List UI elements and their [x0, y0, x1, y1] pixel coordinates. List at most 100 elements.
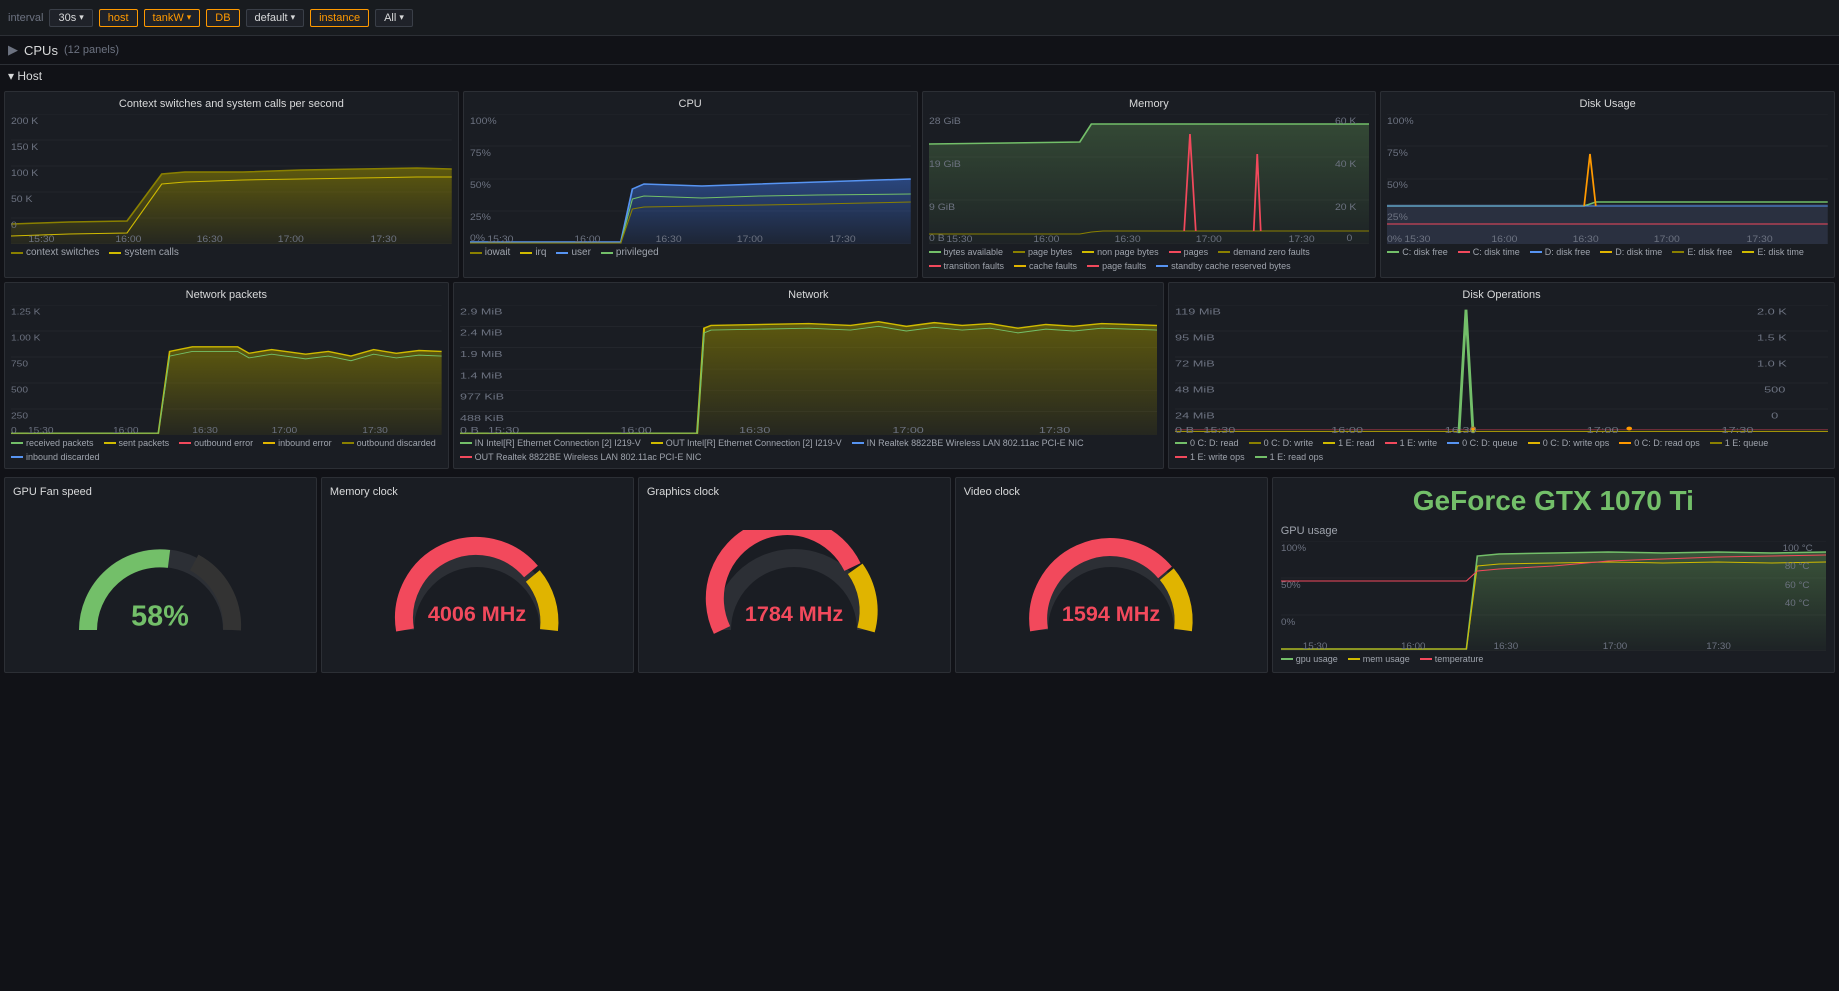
- svg-text:17:30: 17:30: [362, 426, 388, 435]
- network-packets-legend: received packets sent packets outbound e…: [11, 438, 442, 462]
- disk-operations-legend: 0 C: D: read 0 C: D: write 1 E: read 1 E…: [1175, 438, 1828, 462]
- svg-text:16:00: 16:00: [113, 426, 139, 435]
- svg-text:2.4 MiB: 2.4 MiB: [460, 329, 503, 338]
- svg-text:24 MiB: 24 MiB: [1175, 411, 1215, 420]
- svg-text:1.0 K: 1.0 K: [1757, 359, 1788, 368]
- svg-text:15:30: 15:30: [946, 235, 973, 244]
- interval-arrow-icon: ▾: [79, 12, 84, 23]
- context-switches-chart: 15:30 16:00 16:30 17:00 17:30 200 K 150 …: [11, 114, 452, 244]
- svg-text:1.5 K: 1.5 K: [1757, 333, 1788, 342]
- graphics-clock-panel: Graphics clock 1784 MHz: [638, 477, 951, 673]
- svg-text:58%: 58%: [132, 600, 190, 632]
- svg-text:0%: 0%: [470, 234, 485, 244]
- svg-text:0 B: 0 B: [1175, 426, 1194, 435]
- network-title: Network: [460, 289, 1157, 301]
- disk-usage-legend: C: disk free C: disk time D: disk free D…: [1387, 247, 1828, 257]
- svg-text:17:00: 17:00: [278, 235, 305, 244]
- svg-text:250: 250: [11, 411, 28, 420]
- cpu-legend: iowait irq user privileged: [470, 247, 911, 258]
- svg-text:17:00: 17:00: [1654, 235, 1681, 244]
- default-button[interactable]: default ▾: [246, 9, 305, 27]
- svg-text:17:30: 17:30: [1706, 640, 1731, 651]
- all-arrow-icon: ▾: [399, 12, 404, 23]
- fan-speed-gauge-svg: 58%: [70, 530, 250, 640]
- default-arrow-icon: ▾: [291, 12, 296, 23]
- svg-text:9 GiB: 9 GiB: [929, 203, 955, 213]
- svg-text:16:00: 16:00: [115, 235, 142, 244]
- svg-text:16:00: 16:00: [1401, 640, 1426, 651]
- cpus-section-header[interactable]: ▶ CPUs (12 panels): [0, 36, 1839, 64]
- svg-text:16:30: 16:30: [1445, 426, 1477, 435]
- svg-text:16:30: 16:30: [192, 426, 218, 435]
- svg-text:0: 0: [11, 426, 17, 435]
- svg-text:16:30: 16:30: [1573, 235, 1600, 244]
- svg-text:40 °C: 40 °C: [1785, 597, 1810, 608]
- network-panel: Network 15:30: [453, 282, 1164, 469]
- svg-text:28 GiB: 28 GiB: [929, 117, 961, 127]
- gpu-usage-chart: 15:30 16:00 16:30 17:00 17:30 100% 50% 0…: [1281, 541, 1826, 651]
- svg-text:16:00: 16:00: [1492, 235, 1519, 244]
- svg-text:17:30: 17:30: [1038, 426, 1069, 435]
- gauge-row: GPU Fan speed 58% Memory clock: [0, 473, 1839, 677]
- gpu-info-panel: GeForce GTX 1070 Ti GPU usage: [1272, 477, 1835, 673]
- svg-text:17:30: 17:30: [1747, 235, 1774, 244]
- row2-panels: Network packets 15:30: [0, 282, 1839, 473]
- svg-text:1784 MHz: 1784 MHz: [745, 601, 844, 626]
- disk-usage-chart: 15:30 16:00 16:30 17:00 17:30 100% 75% 5…: [1387, 114, 1828, 244]
- svg-text:1.00 K: 1.00 K: [11, 333, 41, 342]
- network-chart: 15:30 16:00 16:30 17:00 17:30 2.9 MiB 2.…: [460, 305, 1157, 435]
- context-switches-panel: Context switches and system calls per se…: [4, 91, 459, 278]
- svg-text:977 KiB: 977 KiB: [460, 393, 504, 402]
- tankw-button[interactable]: tankW ▾: [144, 9, 201, 27]
- disk-operations-svg: 15:30 16:00 16:30 17:00 17:30 119 MiB 95…: [1175, 305, 1828, 435]
- svg-text:17:30: 17:30: [371, 235, 398, 244]
- svg-text:0%: 0%: [1281, 616, 1296, 627]
- instance-button[interactable]: instance: [310, 9, 369, 27]
- memory-svg: 15:30 16:00 16:30 17:00 17:30 28 GiB 19 …: [929, 114, 1370, 244]
- svg-text:48 MiB: 48 MiB: [1175, 385, 1215, 394]
- video-clock-panel: Video clock 1594 MHz: [955, 477, 1268, 673]
- svg-text:16:30: 16:30: [1493, 640, 1518, 651]
- network-packets-title: Network packets: [11, 289, 442, 301]
- svg-text:50%: 50%: [1281, 579, 1301, 590]
- svg-text:95 MiB: 95 MiB: [1175, 333, 1215, 342]
- gpu-fan-speed-panel: GPU Fan speed 58%: [4, 477, 317, 673]
- network-packets-chart: 15:30 16:00 16:30 17:00 17:30 1.25 K 1.0…: [11, 305, 442, 435]
- cpu-title: CPU: [470, 98, 911, 110]
- legend-system-calls: system calls: [109, 247, 178, 258]
- svg-text:119 MiB: 119 MiB: [1175, 307, 1221, 316]
- svg-text:1594 MHz: 1594 MHz: [1062, 601, 1161, 626]
- memory-clock-title: Memory clock: [330, 486, 398, 498]
- svg-text:17:00: 17:00: [1195, 235, 1222, 244]
- network-packets-panel: Network packets 15:30: [4, 282, 449, 469]
- cpu-chart: 15:30 16:00 16:30 17:00 17:30 100% 75% 5…: [470, 114, 911, 244]
- svg-text:16:30: 16:30: [1114, 235, 1141, 244]
- all-button[interactable]: All ▾: [375, 9, 413, 27]
- host-section-header[interactable]: ▾ Host: [0, 64, 1839, 87]
- svg-text:16:30: 16:30: [197, 235, 224, 244]
- svg-text:50 K: 50 K: [11, 195, 33, 205]
- svg-text:16:00: 16:00: [1331, 426, 1363, 435]
- disk-operations-title: Disk Operations: [1175, 289, 1828, 301]
- cpus-sub: (12 panels): [64, 44, 119, 56]
- video-clock-title: Video clock: [964, 486, 1020, 498]
- svg-text:17:00: 17:00: [1602, 640, 1627, 651]
- gpu-usage-svg: 15:30 16:00 16:30 17:00 17:30 100% 50% 0…: [1281, 541, 1826, 651]
- svg-text:15:30: 15:30: [488, 426, 519, 435]
- context-switches-svg: 15:30 16:00 16:30 17:00 17:30 200 K 150 …: [11, 114, 452, 244]
- graphics-clock-gauge-svg: 1784 MHz: [704, 530, 884, 640]
- cpu-panel: CPU 15: [463, 91, 918, 278]
- interval-button[interactable]: 30s ▾: [49, 9, 92, 27]
- svg-text:150 K: 150 K: [11, 143, 39, 153]
- svg-text:17:00: 17:00: [272, 426, 298, 435]
- gpu-usage-legend: gpu usage mem usage temperature: [1281, 654, 1826, 664]
- cpu-svg: 15:30 16:00 16:30 17:00 17:30 100% 75% 5…: [470, 114, 911, 244]
- svg-text:1.25 K: 1.25 K: [11, 307, 41, 316]
- disk-usage-panel: Disk Usage: [1380, 91, 1835, 278]
- host-button[interactable]: host: [99, 9, 138, 27]
- db-button[interactable]: DB: [206, 9, 239, 27]
- svg-text:15:30: 15:30: [1203, 426, 1235, 435]
- svg-text:60 K: 60 K: [1334, 117, 1356, 127]
- svg-text:16:00: 16:00: [620, 426, 651, 435]
- svg-text:17:00: 17:00: [737, 235, 764, 244]
